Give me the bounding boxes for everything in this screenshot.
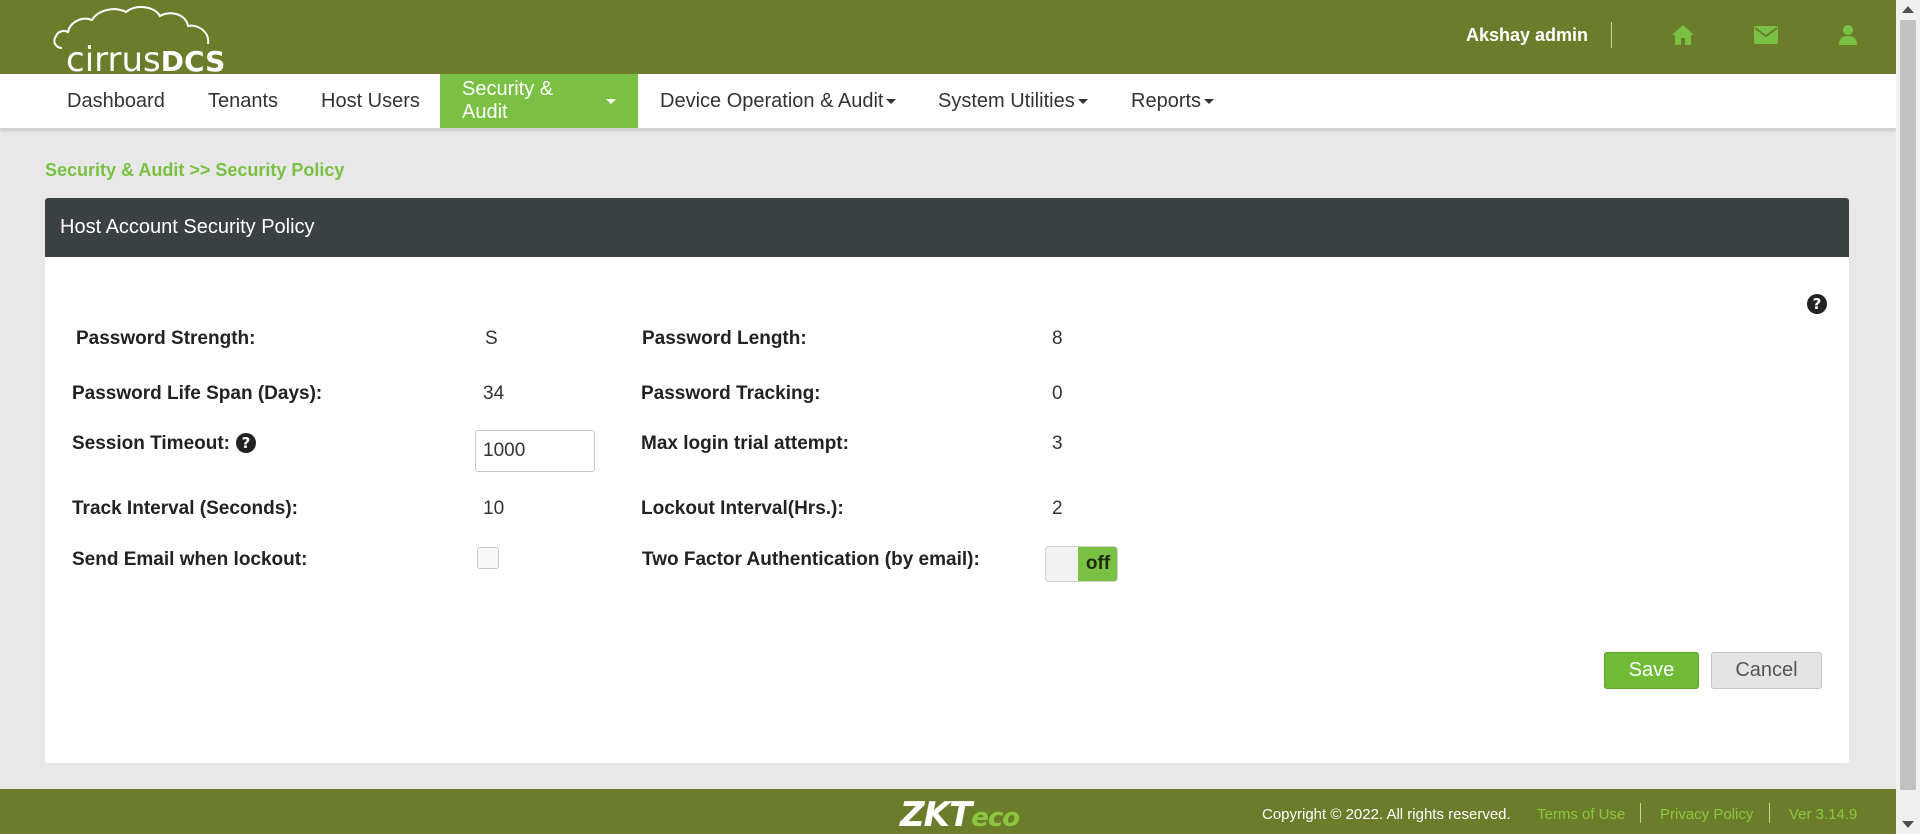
toggle-state: off: [1078, 547, 1117, 581]
footer-divider: [1769, 803, 1770, 823]
terms-of-use-link[interactable]: Terms of Use: [1537, 806, 1625, 823]
password-life-span-value: 34: [483, 383, 505, 404]
home-icon[interactable]: [1670, 22, 1696, 48]
lockout-interval-label: Lockout Interval(Hrs.):: [641, 498, 844, 519]
help-icon[interactable]: ?: [1807, 294, 1827, 314]
caret-down-icon: [1077, 98, 1088, 104]
max-login-trial-label: Max login trial attempt:: [641, 433, 849, 454]
footer: ZKTeco Copyright © 2022. All rights rese…: [0, 789, 1896, 834]
two-factor-toggle[interactable]: off: [1045, 546, 1118, 582]
session-timeout-help-icon[interactable]: ?: [236, 433, 256, 453]
nav-host-users-label: Host Users: [321, 89, 420, 112]
footer-divider: [1640, 803, 1641, 823]
password-strength-label: Password Strength:: [76, 328, 256, 349]
password-life-span-label: Password Life Span (Days):: [72, 383, 323, 404]
nav-tenants[interactable]: Tenants: [186, 74, 300, 128]
track-interval-label: Track Interval (Seconds):: [72, 498, 298, 519]
zkteco-logo: ZKTeco: [900, 795, 1020, 834]
nav-device-operation-label: Device Operation & Audit: [660, 89, 884, 112]
send-email-lockout-checkbox[interactable]: [477, 547, 499, 569]
cancel-button[interactable]: Cancel: [1711, 652, 1822, 689]
nav-system-utilities-label: System Utilities: [938, 89, 1075, 112]
scroll-down-icon[interactable]: [1902, 821, 1914, 828]
track-interval-value: 10: [483, 498, 505, 519]
logo-eco: eco: [971, 803, 1020, 833]
caret-down-icon: [886, 98, 897, 104]
send-email-lockout-label: Send Email when lockout:: [72, 549, 308, 570]
password-tracking-label: Password Tracking:: [641, 383, 821, 404]
two-factor-label: Two Factor Authentication (by email):: [642, 549, 980, 570]
top-header: cirrusDCS Akshay admin: [0, 0, 1896, 80]
copyright-text: Copyright © 2022. All rights reserved.: [1262, 806, 1511, 823]
version-text: Ver 3.14.9: [1789, 806, 1858, 823]
panel-title-text: Host Account Security Policy: [60, 216, 315, 238]
password-strength-value: S: [485, 328, 498, 349]
user-name[interactable]: Akshay admin: [1466, 25, 1588, 46]
nav-dashboard-label: Dashboard: [67, 89, 165, 112]
scrollbar[interactable]: [1896, 0, 1920, 834]
header-divider: [1611, 22, 1612, 48]
scroll-thumb[interactable]: [1900, 20, 1916, 790]
scroll-up-icon[interactable]: [1902, 6, 1914, 13]
main-nav: Dashboard Tenants Host Users Security & …: [0, 74, 1896, 129]
nav-reports-label: Reports: [1131, 89, 1202, 112]
password-tracking-value: 0: [1052, 383, 1063, 404]
security-policy-panel: Host Account Security Policy ?: [45, 198, 1849, 763]
nav-dashboard[interactable]: Dashboard: [45, 74, 187, 128]
lockout-interval-value: 2: [1052, 498, 1063, 519]
panel-title: Host Account Security Policy: [45, 198, 1849, 257]
nav-security-audit[interactable]: Security & Audit: [440, 74, 638, 128]
cirrusdcs-logo[interactable]: cirrusDCS: [48, 4, 228, 80]
session-timeout-input[interactable]: [475, 430, 595, 472]
nav-security-audit-label: Security & Audit: [462, 78, 554, 123]
logo-zkt: ZKT: [900, 795, 972, 834]
user-icon[interactable]: [1835, 22, 1861, 48]
max-login-trial-value: 3: [1052, 433, 1063, 454]
envelope-icon[interactable]: [1753, 22, 1779, 48]
privacy-policy-link[interactable]: Privacy Policy: [1660, 806, 1753, 823]
caret-down-icon: [606, 98, 616, 104]
password-length-value: 8: [1052, 328, 1063, 349]
session-timeout-label: Session Timeout:: [72, 433, 231, 454]
nav-device-operation-audit[interactable]: Device Operation & Audit: [638, 74, 918, 128]
nav-host-users[interactable]: Host Users: [299, 74, 442, 128]
save-button[interactable]: Save: [1604, 652, 1699, 689]
password-length-label: Password Length:: [642, 328, 807, 349]
nav-system-utilities[interactable]: System Utilities: [916, 74, 1110, 128]
breadcrumb: Security & Audit >> Security Policy: [45, 160, 345, 180]
page: cirrusDCS Akshay admin Dashboard Tenants…: [0, 0, 1920, 834]
toggle-knob: [1046, 547, 1079, 581]
nav-tenants-label: Tenants: [208, 89, 279, 112]
nav-reports[interactable]: Reports: [1109, 74, 1236, 128]
caret-down-icon: [1204, 98, 1215, 104]
